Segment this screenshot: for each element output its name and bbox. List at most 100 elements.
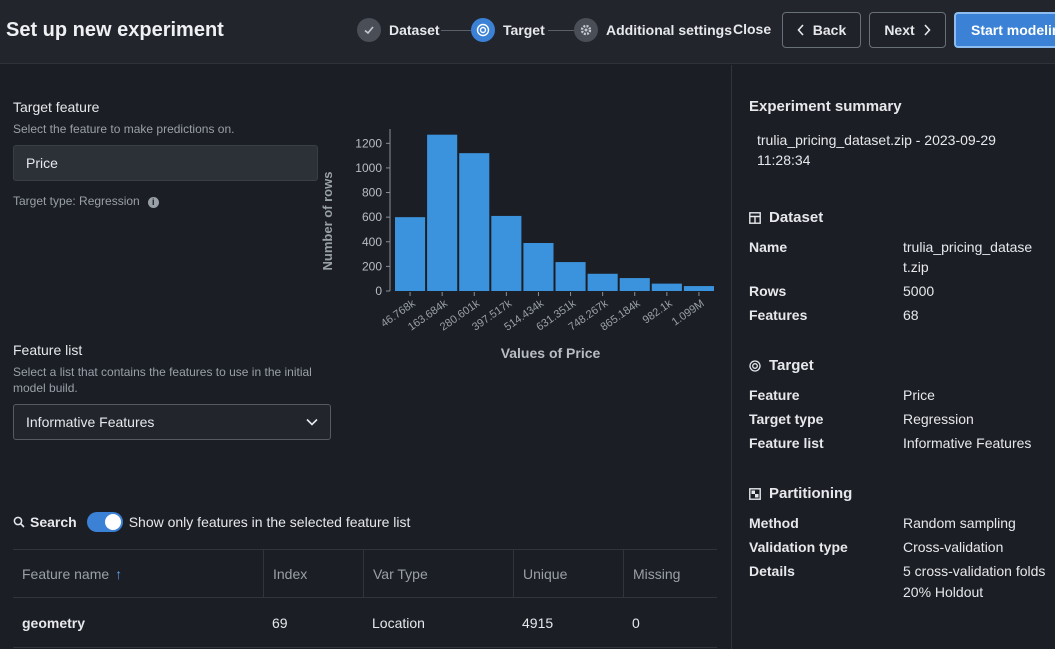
step-label: Dataset — [389, 22, 440, 38]
partition-details-value-2: 20% Holdout — [903, 584, 984, 600]
chevron-right-icon — [924, 24, 931, 36]
partition-method-key: Method — [749, 515, 799, 531]
step-additional-settings[interactable]: Additional settings — [574, 17, 732, 43]
column-index[interactable]: Index — [263, 550, 363, 597]
y-tick-label: 600 — [362, 210, 382, 224]
column-missing[interactable]: Missing — [623, 550, 717, 597]
target-type-label: Target type: Regression — [13, 194, 140, 208]
dataset-rows-value: 5000 — [903, 283, 935, 299]
back-button[interactable]: Back — [782, 12, 861, 48]
table-row[interactable]: geometry 69 Location 4915 0 — [13, 598, 717, 648]
target-feature-value: Price — [26, 155, 58, 171]
y-axis-title: Number of rows — [320, 172, 335, 271]
target-settings-panel: Target feature Select the feature to mak… — [0, 65, 731, 649]
cell-var-type: Location — [372, 614, 425, 631]
gear-icon — [574, 18, 598, 42]
section-label: Partitioning — [769, 485, 853, 502]
target-list-key: Feature list — [749, 435, 824, 451]
start-label: Start modeling — [971, 22, 1055, 38]
histogram-bar — [683, 286, 714, 291]
info-icon[interactable]: i — [147, 197, 159, 208]
x-axis-title: Values of Price — [501, 345, 601, 361]
back-label: Back — [812, 22, 847, 38]
feature-list-hint: Select a list that contains the features… — [13, 365, 312, 395]
y-tick-label: 800 — [362, 186, 382, 200]
chevron-left-icon — [797, 24, 804, 36]
partition-icon — [749, 487, 761, 500]
validation-type-key: Validation type — [749, 539, 848, 555]
table-icon — [749, 211, 761, 224]
step-dataset[interactable]: Dataset — [357, 17, 440, 43]
target-feature-value: Price — [903, 387, 935, 403]
step-label: Additional settings — [606, 22, 732, 38]
histogram-bar — [555, 262, 586, 291]
toggle-knob — [104, 514, 121, 530]
features-table: Feature name ↑ Index Var Type Unique Miss… — [13, 549, 717, 648]
dataset-name-value: trulia_pricing_dataset.zip — [903, 239, 1033, 275]
next-button[interactable]: Next — [869, 12, 946, 48]
target-section-heading: Target — [749, 357, 814, 374]
feature-list-toggle[interactable] — [86, 512, 123, 532]
partition-details-value-1: 5 cross-validation folds — [903, 563, 1046, 579]
column-label: Index — [273, 565, 308, 582]
cell-missing: 0 — [632, 614, 640, 631]
search-icon[interactable] — [13, 516, 25, 528]
dataset-rows-key: Rows — [749, 283, 787, 299]
partition-details-key: Details — [749, 563, 795, 579]
y-tick-label: 0 — [375, 284, 382, 298]
partitioning-section-heading: Partitioning — [749, 485, 852, 502]
partition-method-value: Random sampling — [903, 515, 1016, 531]
histogram-bar — [587, 273, 618, 291]
histogram-bar — [491, 215, 522, 291]
cell-feature-name: geometry — [22, 614, 86, 631]
dataset-features-key: Features — [749, 307, 808, 323]
y-tick-label: 200 — [362, 259, 382, 273]
x-tick-label: 1.099M — [670, 298, 707, 329]
column-label: Feature name — [22, 565, 110, 582]
check-icon — [357, 18, 381, 42]
validation-type-value: Cross-validation — [903, 539, 1004, 555]
target-type-key: Target type — [749, 411, 824, 427]
histogram-bar — [619, 278, 650, 291]
column-label: Unique — [523, 565, 568, 582]
column-label: Var Type — [373, 565, 428, 582]
start-modeling-button[interactable]: Start modeling — [954, 12, 1055, 48]
histogram-bar — [427, 134, 458, 291]
close-link[interactable]: Close — [733, 21, 771, 37]
cell-index: 69 — [272, 614, 288, 631]
histogram-bar — [651, 283, 682, 291]
feature-list-selected: Informative Features — [26, 414, 155, 430]
column-var-type[interactable]: Var Type — [363, 550, 513, 597]
section-label: Dataset — [769, 209, 824, 226]
sort-ascending-icon: ↑ — [115, 565, 123, 582]
step-target[interactable]: Target — [471, 17, 545, 43]
feature-list-select[interactable]: Informative Features — [13, 404, 331, 440]
target-feature-hint: Select the feature to make predictions o… — [13, 122, 235, 136]
search-row: Search Show only features in the selecte… — [13, 512, 410, 532]
feature-list-heading: Feature list — [13, 342, 83, 358]
histogram-bar — [459, 153, 490, 291]
summary-file: trulia_pricing_dataset.zip - 2023-09-29 … — [757, 132, 996, 168]
dataset-features-value: 68 — [903, 307, 919, 323]
histogram-bar — [395, 217, 426, 291]
target-type-text: Target type: Regression i — [13, 193, 159, 209]
step-label: Target — [503, 22, 545, 38]
dataset-name-key: Name — [749, 239, 788, 255]
search-label[interactable]: Search — [30, 514, 77, 530]
column-feature-name[interactable]: Feature name ↑ — [13, 550, 263, 597]
section-label: Target — [769, 357, 814, 374]
experiment-summary-panel: Experiment summary trulia_pricing_datase… — [731, 65, 1055, 649]
chevron-down-icon — [306, 418, 318, 426]
target-histogram: 020040060080010001200Number of rows46.76… — [320, 129, 714, 361]
histogram-bar — [523, 243, 554, 291]
target-feature-heading: Target feature — [13, 99, 100, 115]
table-header: Feature name ↑ Index Var Type Unique Miss… — [13, 549, 717, 598]
next-label: Next — [884, 22, 915, 38]
step-connector — [548, 30, 574, 31]
column-unique[interactable]: Unique — [513, 550, 623, 597]
summary-title: Experiment summary — [749, 98, 902, 115]
target-icon — [471, 18, 495, 42]
x-tick-label: 982.1k — [641, 297, 675, 326]
target-feature-input[interactable]: Price — [13, 145, 318, 181]
column-label: Missing — [633, 565, 681, 582]
